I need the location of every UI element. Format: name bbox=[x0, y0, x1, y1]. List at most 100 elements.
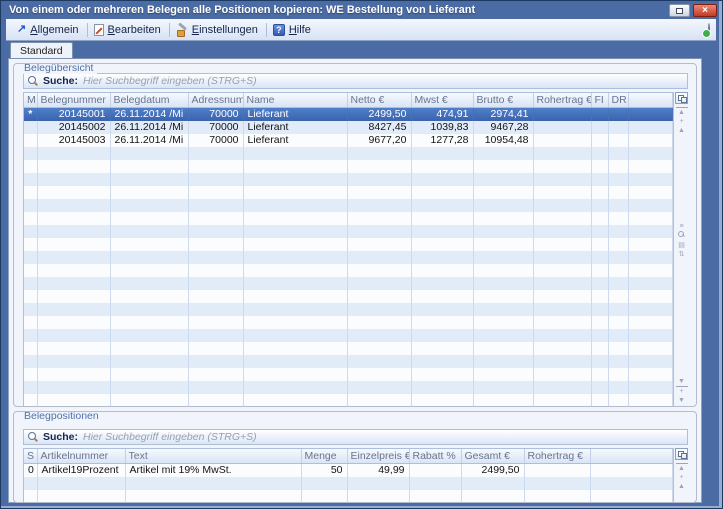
cell-name: Lieferant bbox=[243, 134, 347, 147]
scroll-to-top-icon[interactable]: ▲ bbox=[676, 463, 688, 473]
column-header-rohertrag[interactable]: Rohertrag € bbox=[524, 449, 590, 463]
search-input[interactable] bbox=[83, 75, 683, 87]
column-header-status[interactable]: S bbox=[24, 449, 37, 463]
edit-page-icon bbox=[94, 24, 104, 36]
menu-label: Allgemein bbox=[30, 24, 78, 36]
menu-allgemein[interactable]: ↗ Allgemein bbox=[12, 21, 86, 39]
menu-hilfe[interactable]: ? Hilfe bbox=[268, 21, 318, 39]
column-chooser-button[interactable] bbox=[675, 92, 688, 104]
table-row-empty bbox=[24, 173, 673, 186]
table-row-empty bbox=[24, 477, 673, 490]
column-header-name[interactable]: Name bbox=[243, 93, 347, 107]
toolbar-separator bbox=[266, 23, 267, 37]
grid-view-icon[interactable]: ▤ bbox=[676, 241, 688, 250]
cell-marker bbox=[24, 121, 37, 134]
cell-brutto: 9467,28 bbox=[473, 121, 533, 134]
column-header-rabatt[interactable]: Rabatt % bbox=[409, 449, 461, 463]
settings-wrench-icon bbox=[176, 24, 188, 36]
table-row-empty bbox=[24, 368, 673, 381]
column-header-fi[interactable]: FI bbox=[591, 93, 608, 107]
column-header-text[interactable]: Text bbox=[125, 449, 301, 463]
cell-dr bbox=[608, 107, 628, 121]
table-row-empty bbox=[24, 329, 673, 342]
globe-icon[interactable] bbox=[708, 23, 710, 37]
cell-belegnummer: 20145001 bbox=[37, 107, 110, 121]
beleg-grid: M Belegnummer Belegdatum Adressnumm Name… bbox=[23, 92, 674, 407]
close-button[interactable]: × bbox=[693, 4, 717, 17]
scroll-to-bottom-icon[interactable]: ▼ bbox=[676, 377, 688, 387]
add-icon[interactable]: + bbox=[676, 473, 688, 482]
window-title: Von einem oder mehreren Belegen alle Pos… bbox=[9, 3, 662, 18]
table-row-empty bbox=[24, 251, 673, 264]
table-row-empty bbox=[24, 355, 673, 368]
cell-netto: 8427,45 bbox=[347, 121, 411, 134]
column-header-belegnummer[interactable]: Belegnummer bbox=[37, 93, 110, 107]
add-icon[interactable]: + bbox=[676, 117, 688, 126]
column-header-marker[interactable]: M bbox=[24, 93, 37, 107]
column-header-einzelpreis[interactable]: Einzelpreis € bbox=[347, 449, 409, 463]
column-header-belegdatum[interactable]: Belegdatum bbox=[110, 93, 188, 107]
cell-gesamt: 2499,50 bbox=[461, 463, 524, 477]
cell-filler bbox=[628, 134, 673, 147]
column-header-rohertrag[interactable]: Rohertrag € bbox=[533, 93, 591, 107]
scroll-to-top-icon[interactable]: ▲ bbox=[676, 107, 688, 117]
column-header-gesamt[interactable]: Gesamt € bbox=[461, 449, 524, 463]
sort-icon[interactable]: ⇅ bbox=[676, 250, 688, 259]
column-header-artikelnummer[interactable]: Artikelnummer bbox=[37, 449, 125, 463]
grid-side-toolbar: ▲ + ▲ ≡ ▤ ⇅ ▼ + ▼ bbox=[674, 92, 688, 405]
column-header-menge[interactable]: Menge bbox=[301, 449, 347, 463]
cell-text: Artikel mit 19% MwSt. bbox=[125, 463, 301, 477]
cell-rabatt bbox=[409, 463, 461, 477]
table-row[interactable]: 0 Artikel19Prozent Artikel mit 19% MwSt.… bbox=[24, 463, 673, 477]
beleg-search-bar[interactable]: Suche: bbox=[23, 73, 688, 89]
column-header-netto[interactable]: Netto € bbox=[347, 93, 411, 107]
zoom-icon[interactable] bbox=[676, 231, 688, 241]
add-icon[interactable]: + bbox=[676, 387, 688, 396]
search-input[interactable] bbox=[83, 431, 683, 443]
cell-menge: 50 bbox=[301, 463, 347, 477]
group-beleguebersicht: Belegübersicht Suche: bbox=[13, 63, 697, 407]
column-header-mwst[interactable]: Mwst € bbox=[411, 93, 473, 107]
group-title: Belegübersicht bbox=[20, 63, 97, 74]
table-row-empty bbox=[24, 490, 673, 503]
column-header-brutto[interactable]: Brutto € bbox=[473, 93, 533, 107]
table-row[interactable]: * 20145001 26.11.2014 /Mi 70000 Lieferan… bbox=[24, 107, 673, 121]
cell-mwst: 1277,28 bbox=[411, 134, 473, 147]
cell-marker: * bbox=[24, 107, 37, 121]
menu-einstellungen[interactable]: Einstellungen bbox=[171, 21, 265, 39]
scroll-up-icon[interactable]: ▲ bbox=[676, 126, 688, 135]
menu-bearbeiten[interactable]: Bearbeiten bbox=[89, 21, 168, 39]
table-row-empty bbox=[24, 277, 673, 290]
cell-status: 0 bbox=[24, 463, 37, 477]
window-controls: × bbox=[669, 4, 717, 17]
table-row[interactable]: 20145002 26.11.2014 /Mi 70000 Lieferant … bbox=[24, 121, 673, 134]
positionen-search-bar[interactable]: Suche: bbox=[23, 429, 688, 445]
cell-belegnummer: 20145002 bbox=[37, 121, 110, 134]
cell-filler bbox=[628, 107, 673, 121]
menu-lines-icon[interactable]: ≡ bbox=[676, 222, 688, 231]
column-header-adressnummer[interactable]: Adressnumm bbox=[188, 93, 243, 107]
magnifier-glyph bbox=[678, 231, 685, 238]
dialog-window: Von einem oder mehreren Belegen alle Pos… bbox=[0, 0, 723, 509]
cell-rohertrag bbox=[533, 121, 591, 134]
arrow-up-right-icon: ↗ bbox=[17, 24, 26, 35]
table-row-empty bbox=[24, 238, 673, 251]
table-row[interactable]: 20145003 26.11.2014 /Mi 70000 Lieferant … bbox=[24, 134, 673, 147]
table-row-empty bbox=[24, 186, 673, 199]
restore-button[interactable] bbox=[669, 4, 690, 17]
table-row-empty bbox=[24, 147, 673, 160]
column-chooser-button[interactable] bbox=[675, 448, 688, 460]
cell-fi bbox=[591, 107, 608, 121]
table-row-empty bbox=[24, 212, 673, 225]
cell-filler bbox=[628, 121, 673, 134]
table-row-empty bbox=[24, 290, 673, 303]
grid-side-toolbar: ▲ + ▲ bbox=[674, 448, 688, 503]
scroll-down-icon[interactable]: ▼ bbox=[676, 396, 688, 405]
tab-standard[interactable]: Standard bbox=[10, 42, 73, 58]
column-header-dr[interactable]: DR bbox=[608, 93, 628, 107]
cell-adressnummer: 70000 bbox=[188, 107, 243, 121]
scroll-up-icon[interactable]: ▲ bbox=[676, 482, 688, 491]
cell-rohertrag bbox=[524, 463, 590, 477]
cell-rohertrag bbox=[533, 134, 591, 147]
cell-belegdatum: 26.11.2014 /Mi bbox=[110, 121, 188, 134]
